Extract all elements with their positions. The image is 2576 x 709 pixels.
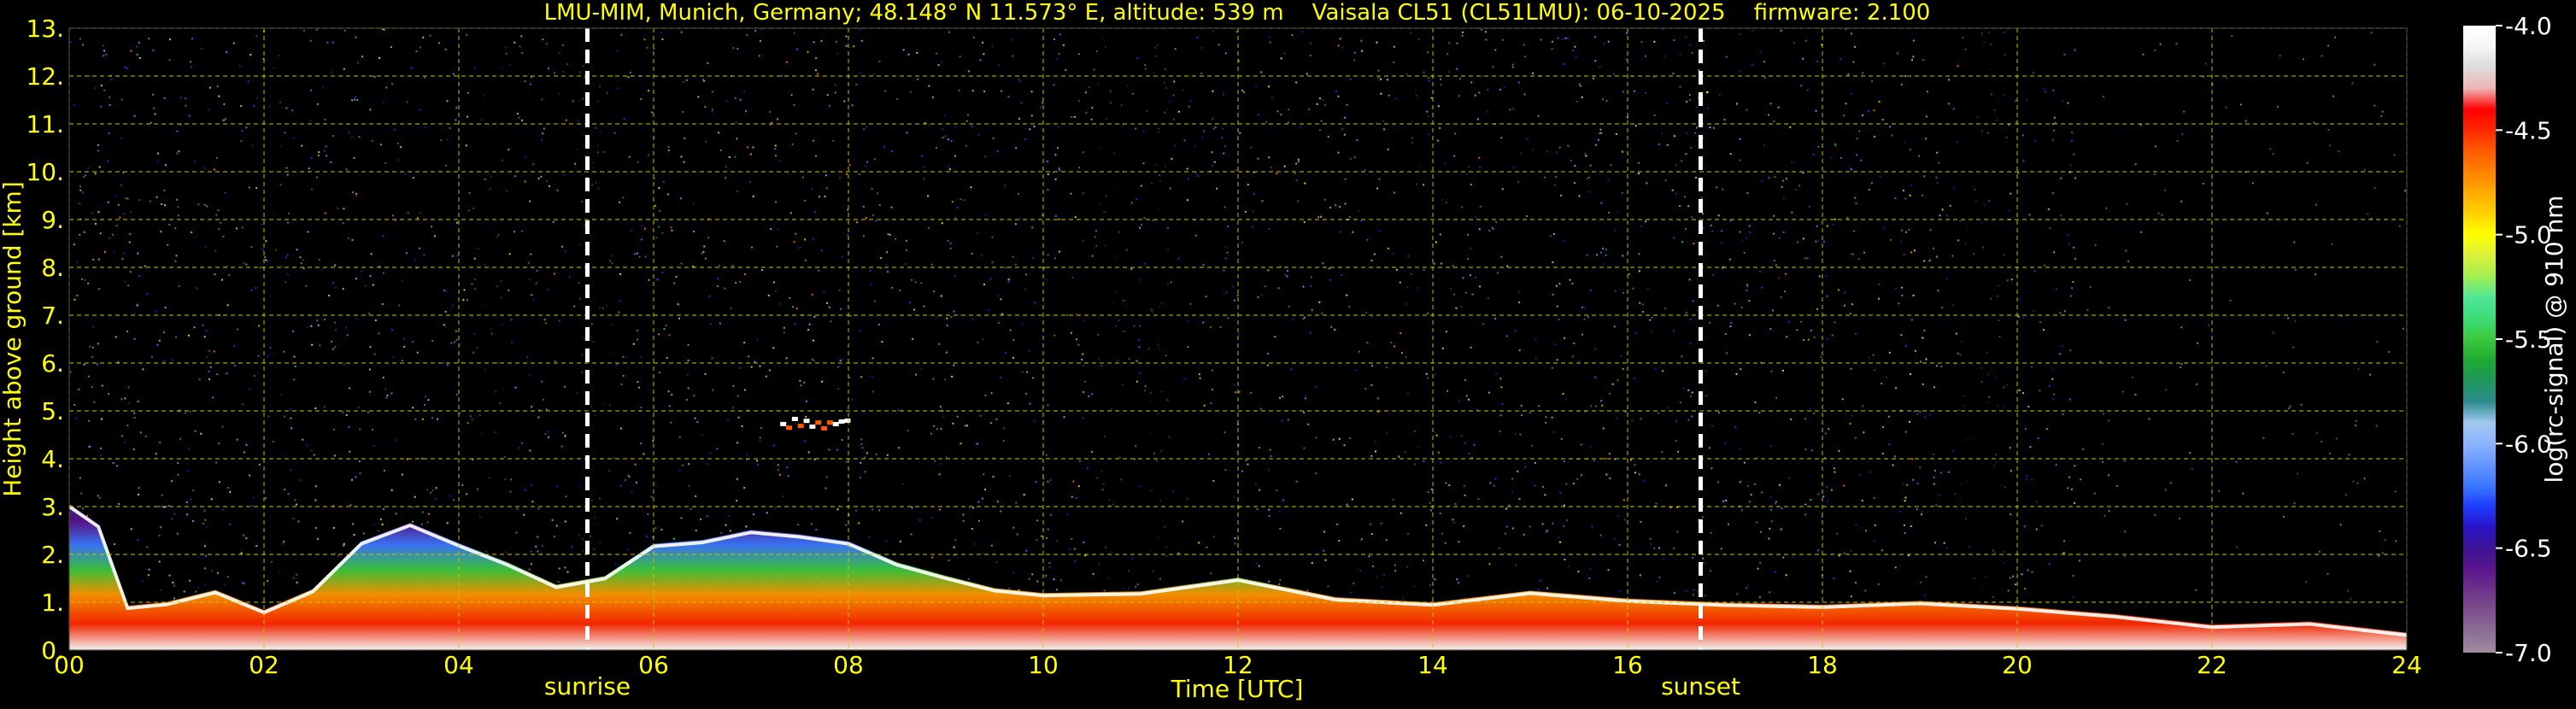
y-tick-label: 1. [41, 589, 64, 617]
sunset-label: sunset [1661, 672, 1740, 700]
elevated-layer-patch [832, 421, 839, 426]
y-tick-label: 4. [41, 445, 64, 473]
y-tick-label: 10. [26, 158, 64, 186]
y-axis-label: Height above ground [km] [0, 181, 26, 497]
y-tick-label: 8. [41, 254, 64, 282]
sunrise-label: sunrise [544, 672, 631, 700]
dark-band [1958, 28, 2008, 616]
y-tick-label: 11. [26, 110, 64, 138]
x-tick-label: 02 [249, 651, 279, 679]
elevated-layer-patch [821, 425, 828, 431]
x-tick-label: 14 [1417, 651, 1448, 679]
y-tick-label: 9. [41, 206, 64, 234]
elevated-layer-patch [844, 418, 851, 423]
y-tick-label: 0. [41, 636, 64, 665]
colorbar-tick-label: -4.5 [2505, 116, 2552, 144]
y-tick-label: 3. [41, 493, 64, 521]
x-tick-label: 20 [2002, 651, 2033, 679]
elevated-layer-patch [780, 421, 787, 426]
x-tick-label: 24 [2391, 651, 2422, 679]
colorbar-tick-label: -7.0 [2505, 639, 2552, 667]
y-tick-label: 13. [26, 15, 64, 43]
dark-band [478, 28, 508, 616]
elevated-layer-patch [786, 425, 793, 431]
dark-band [1096, 28, 1131, 616]
x-tick-label: 18 [1807, 651, 1838, 679]
y-tick-label: 5. [41, 397, 64, 425]
colorbar-gradient [2463, 26, 2496, 653]
y-tick-label: 6. [41, 349, 64, 378]
elevated-layer-patch [809, 424, 816, 429]
dark-band [575, 28, 615, 616]
colorbar-label: log(rc-signal) @ 910 nm [2540, 196, 2568, 483]
elevated-layer-patch [791, 416, 798, 421]
elevated-layer-patch [815, 420, 822, 425]
backscatter-heatmap-chart: 00 02 04 06 08 10 12 14 16 18 20 22 24 0.1.2.3.4.5.6… [0, 0, 2576, 706]
y-tick-label: 7. [41, 302, 64, 330]
x-tick-label: 06 [638, 651, 669, 679]
y-tick-label: 2. [41, 541, 64, 569]
chart-title: LMU-MIM, Munich, Germany; 48.148° N 11.5… [544, 0, 1931, 26]
x-tick-label: 04 [443, 651, 474, 679]
dark-band [1145, 28, 1171, 616]
colorbar-tick-label: -4.0 [2505, 12, 2552, 40]
x-axis-label: Time [UTC] [1171, 675, 1304, 703]
x-tick-label: 16 [1612, 651, 1643, 679]
x-tick-label: 22 [2197, 651, 2227, 679]
elevated-layer-patch [797, 424, 804, 429]
y-tick-label: 12. [26, 62, 64, 91]
dark-band [1403, 28, 1423, 616]
x-tick-label: 10 [1028, 651, 1059, 679]
elevated-layer-patch [826, 420, 833, 425]
colorbar-tick-label: -6.5 [2505, 535, 2552, 563]
x-tick-label: 08 [833, 651, 864, 679]
elevated-layer-patch [803, 419, 810, 424]
dark-band [268, 28, 284, 616]
ceilometer-figure: 00 02 04 06 08 10 12 14 16 18 20 22 24 0. 1. 2. 3. 4. 5. 6… [0, 0, 2576, 706]
elevated-layer-patch [838, 419, 845, 424]
